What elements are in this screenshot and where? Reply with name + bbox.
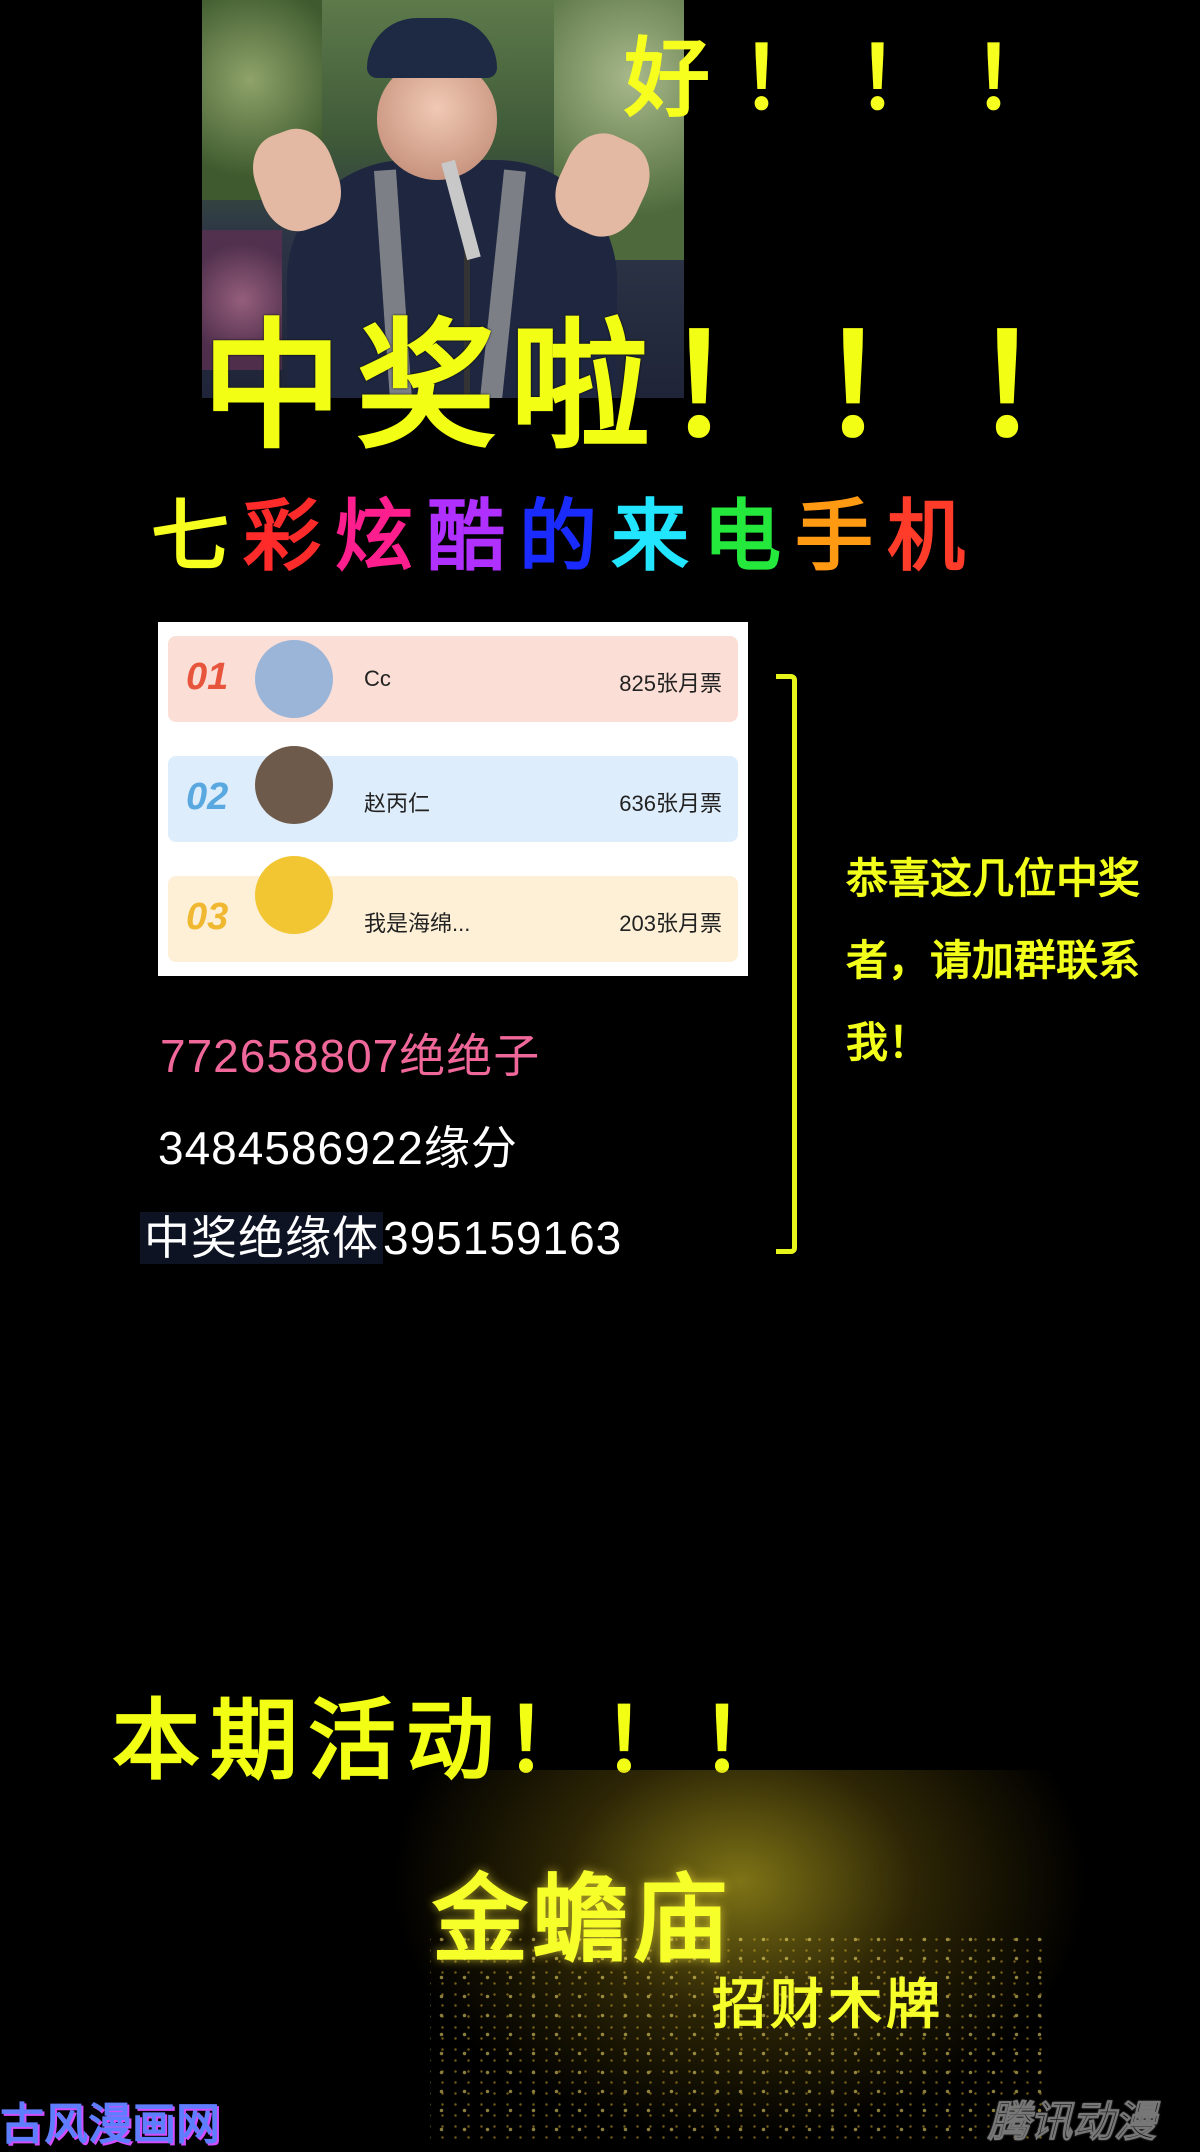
product-subtitle: 招财木牌 xyxy=(712,1973,944,2036)
ticket-count: 825张月票 xyxy=(619,671,722,696)
product-name: 金蟾庙 xyxy=(432,1864,732,1976)
ranking-card: 01 Cc 825张月票 02 赵丙仁 636张月票 03 我是海绵... 20… xyxy=(158,622,748,976)
qq-line-1: 772658807绝绝子 xyxy=(160,1030,541,1082)
rainbow-char: 电 xyxy=(702,492,785,582)
person-hat xyxy=(367,18,497,78)
user-name: 我是海绵... xyxy=(364,911,471,936)
congrats-text: 恭喜这几位中奖者，请加群联系我！ xyxy=(846,854,1141,1067)
rainbow-char: 酷 xyxy=(426,492,509,582)
ranking-row-2: 02 赵丙仁 636张月票 xyxy=(168,746,738,842)
rainbow-char: 机 xyxy=(886,492,969,582)
rainbow-phone-case-title: 七彩炫酷的来电手机壳 xyxy=(146,498,1066,576)
avatar xyxy=(255,640,333,718)
watermark-right: 腾讯动漫 xyxy=(987,2097,1157,2147)
rainbow-char: 手 xyxy=(794,492,877,582)
rainbow-char: 壳 xyxy=(978,492,1061,582)
avatar xyxy=(255,746,333,824)
qq-line-3: 中奖绝缘体395159163 xyxy=(140,1202,622,1268)
bracket xyxy=(776,674,797,1254)
ticket-count: 636张月票 xyxy=(619,791,722,816)
ranking-row-3: 03 我是海绵... 203张月票 xyxy=(168,856,738,962)
avatar xyxy=(255,856,333,934)
ranking-row-1: 01 Cc 825张月票 xyxy=(168,636,738,722)
ticket-count: 203张月票 xyxy=(619,911,722,936)
watermark-left: 古风漫画网 xyxy=(0,2099,220,2150)
rainbow-char: 彩 xyxy=(242,492,325,582)
rainbow-char: 的 xyxy=(518,492,601,582)
qq-line-3-name: 中奖绝缘体 xyxy=(140,1212,383,1264)
user-name: Cc xyxy=(364,666,391,691)
qq-line-2: 3484586922缘分 xyxy=(158,1122,518,1174)
good-caption: 好！！！ xyxy=(624,29,1088,129)
rainbow-char: 来 xyxy=(610,492,693,582)
win-headline: 中奖啦！！！ xyxy=(202,306,1127,469)
rank-number: 03 xyxy=(186,896,229,938)
qq-line-3-number: 395159163 xyxy=(383,1212,623,1264)
rainbow-char: 炫 xyxy=(334,492,417,582)
user-name: 赵丙仁 xyxy=(364,791,431,816)
person-face xyxy=(377,60,497,180)
rank-number: 01 xyxy=(186,656,229,698)
rainbow-char: 七 xyxy=(150,492,233,582)
rank-number: 02 xyxy=(186,776,229,818)
